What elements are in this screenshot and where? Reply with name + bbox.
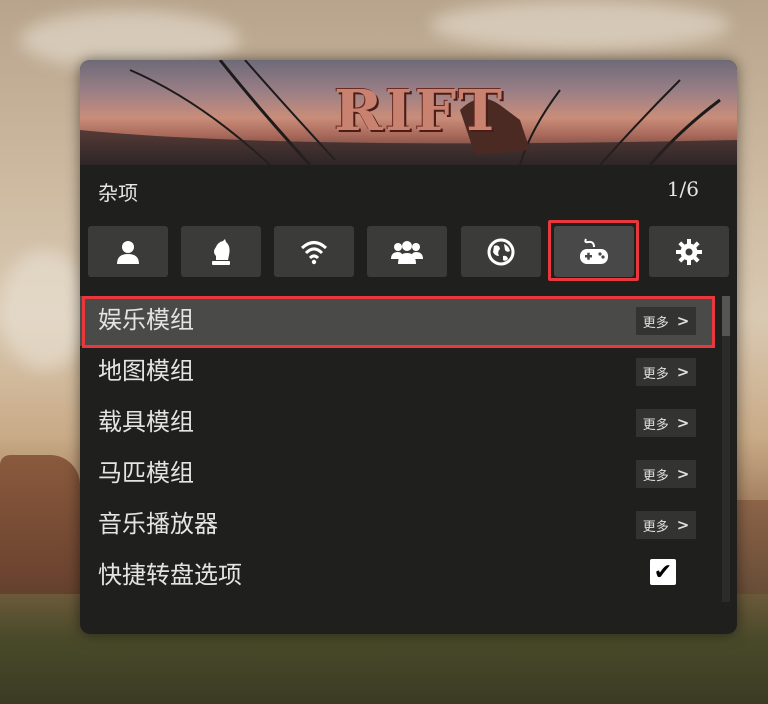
tab-world[interactable] <box>461 226 541 277</box>
list-item[interactable]: 音乐播放器 更多 > <box>80 500 712 550</box>
page-title: 杂项 <box>98 181 138 205</box>
chess-knight-icon <box>212 238 230 265</box>
list-item[interactable]: 地图模组 更多 > <box>80 347 712 397</box>
list-item[interactable]: 马匹模组 更多 > <box>80 449 712 499</box>
selected-item-highlight <box>82 296 715 348</box>
cloud <box>0 250 90 370</box>
globe-icon <box>487 238 515 265</box>
gear-icon <box>676 238 702 265</box>
page-indicator: 1/6 <box>666 177 699 201</box>
more-label: 更多 <box>642 468 669 484</box>
tab-horse[interactable] <box>181 226 261 277</box>
tab-players-list[interactable] <box>367 226 447 277</box>
tab-settings[interactable] <box>649 226 729 277</box>
tab-online[interactable] <box>274 226 354 277</box>
more-label: 更多 <box>642 417 669 433</box>
item-label: 马匹模组 <box>98 459 194 487</box>
item-label: 载具模组 <box>98 408 194 436</box>
more-label: 更多 <box>642 366 669 382</box>
more-button[interactable]: 更多 > <box>636 409 696 437</box>
more-button[interactable]: 更多 > <box>636 358 696 386</box>
chevron-right-icon: > <box>676 363 690 381</box>
item-label: 音乐播放器 <box>98 510 218 538</box>
more-button[interactable]: 更多 > <box>636 460 696 488</box>
checkmark-icon: ✔ <box>653 559 673 585</box>
cloud <box>430 0 730 50</box>
scrollbar[interactable] <box>722 296 730 602</box>
more-button[interactable]: 更多 > <box>636 511 696 539</box>
user-icon <box>117 240 139 264</box>
chevron-right-icon: > <box>676 516 690 534</box>
menu-header: 杂项 1/6 <box>80 165 737 215</box>
menu-banner: RIFT <box>80 60 737 165</box>
tab-player[interactable] <box>88 226 168 277</box>
checkbox[interactable]: ✔ <box>650 559 676 585</box>
users-icon <box>391 240 423 264</box>
more-label: 更多 <box>642 519 669 535</box>
list-item[interactable]: 快捷转盘选项 ✔ <box>80 551 712 601</box>
chevron-right-icon: > <box>676 414 690 432</box>
rift-logo: RIFT <box>333 78 505 144</box>
item-label: 地图模组 <box>98 357 194 385</box>
scrollbar-thumb[interactable] <box>722 296 730 336</box>
active-tab-highlight <box>548 220 639 281</box>
list-item[interactable]: 载具模组 更多 > <box>80 398 712 448</box>
item-label: 快捷转盘选项 <box>98 561 242 589</box>
chevron-right-icon: > <box>676 465 690 483</box>
wifi-icon <box>300 240 328 264</box>
